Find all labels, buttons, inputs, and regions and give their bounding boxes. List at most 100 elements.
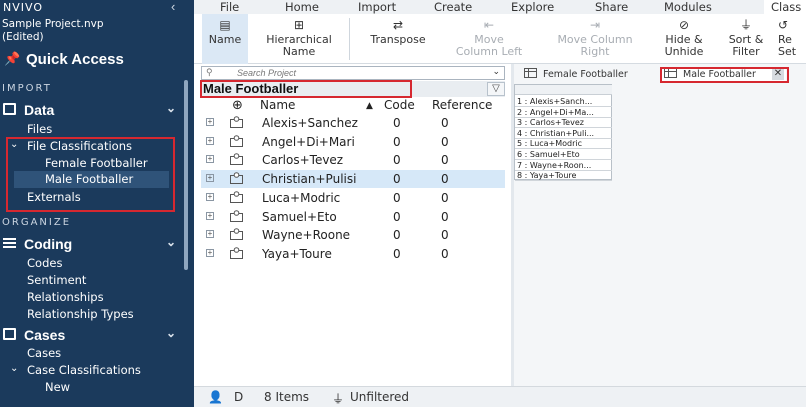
data-group-header[interactable]: Data ⌄ — [0, 101, 185, 121]
table-row[interactable]: + Wayne+Roone 0 0 — [201, 226, 505, 244]
navigation-sidebar: NVIVO ‹ Sample Project.nvp (Edited) 📌 Qu… — [0, 0, 194, 407]
grid-row[interactable]: 5 : Luca+Modric — [515, 138, 612, 150]
hierarchical-name-button[interactable]: ⊞ Hierarchical Name — [256, 14, 342, 64]
quick-access-header[interactable]: 📌 Quick Access — [0, 49, 194, 71]
column-header-code[interactable]: Code — [384, 98, 415, 114]
sidebar-scrollbar[interactable] — [184, 80, 188, 270]
expand-icon[interactable]: + — [206, 211, 214, 220]
case-name: Samuel+Eto — [262, 209, 337, 224]
tab-create[interactable]: Create — [434, 0, 472, 14]
table-row[interactable]: + Luca+Modric 0 0 — [201, 189, 505, 207]
case-name: Yaya+Toure — [262, 246, 332, 261]
case-icon — [229, 209, 244, 223]
hide-unhide-button[interactable]: ⊘ Hide & Unhide — [655, 14, 713, 64]
chevron-down-icon[interactable]: ⌄ — [492, 66, 500, 77]
coding-group-header[interactable]: Coding ⌄ — [0, 235, 185, 255]
name-button[interactable]: ▤ Name — [202, 14, 248, 64]
sidebar-item-cases[interactable]: Cases — [27, 346, 61, 360]
project-title: Sample Project.nvp (Edited) — [2, 18, 104, 44]
sidebar-item-codes[interactable]: Codes — [27, 256, 62, 270]
grid-row[interactable]: 2 : Angel+Di+Ma... — [515, 107, 612, 118]
expand-icon[interactable]: + — [206, 136, 214, 145]
code-count: 0 — [393, 190, 401, 205]
table-row[interactable]: + Samuel+Eto 0 0 — [201, 208, 505, 226]
reference-count: 0 — [441, 116, 449, 130]
reference-count: 0 — [441, 228, 449, 243]
status-user: D — [234, 390, 244, 404]
reset-icon: ↺ — [778, 18, 789, 32]
table-row[interactable]: + Alexis+Sanchez 0 0 — [201, 114, 505, 132]
tab-modules[interactable]: Modules — [664, 0, 712, 14]
grid-row[interactable]: 6 : Samuel+Eto — [515, 149, 612, 160]
table-row[interactable]: + Christian+Pulisi 0 0 — [201, 170, 505, 189]
expand-icon[interactable]: + — [206, 155, 214, 164]
case-icon — [229, 247, 244, 260]
highlight-box — [200, 80, 412, 98]
table-row[interactable]: + Angel+Di+Mari 0 0 — [201, 133, 505, 151]
hierarchical-label-2: Name — [282, 45, 316, 58]
collapse-sidebar-icon[interactable]: ‹ — [171, 0, 175, 14]
grid-row[interactable]: 4 : Christian+Puli... — [515, 128, 612, 139]
cases-icon — [3, 328, 16, 340]
sidebar-item-relationship-types[interactable]: Relationship Types — [27, 307, 134, 321]
expand-icon[interactable]: + — [206, 118, 214, 126]
grid-row[interactable]: 7 : Wayne+Roon... — [515, 160, 612, 171]
grid-row[interactable]: 3 : Carlos+Tevez — [515, 117, 612, 129]
detail-tab-female-footballer[interactable]: Female Footballer — [524, 68, 654, 82]
expand-icon[interactable]: + — [206, 248, 214, 257]
tab-classification[interactable]: Class — [764, 0, 806, 14]
project-name: Sample Project.nvp — [2, 18, 104, 30]
expand-icon[interactable]: + — [206, 192, 214, 201]
case-icon — [229, 228, 244, 241]
sort-filter-button[interactable]: ⏚ Sort & Filter — [718, 14, 774, 64]
reset-settings-button[interactable]: ↺ Re Set — [778, 14, 806, 64]
transpose-icon: ⇄ — [392, 18, 404, 32]
column-header-name[interactable]: Name — [260, 98, 295, 114]
filter-icon[interactable]: ▽ — [487, 82, 505, 96]
pin-icon: 📌 — [4, 51, 21, 66]
transpose-button[interactable]: ⇄ Transpose — [357, 14, 439, 64]
sidebar-item-new[interactable]: New — [45, 380, 70, 394]
ribbon-divider — [349, 18, 350, 60]
tab-home[interactable]: Home — [285, 0, 319, 14]
sort-label-2: Filter — [732, 45, 760, 58]
highlight-box — [660, 67, 789, 83]
sidebar-item-case-classifications[interactable]: Case Classifications — [27, 363, 141, 377]
sidebar-item-relationships[interactable]: Relationships — [27, 290, 104, 304]
project-state: (Edited) — [2, 31, 44, 43]
tab-file[interactable]: File — [220, 0, 239, 14]
grid-row[interactable]: 1 : Alexis+Sanch... — [515, 96, 612, 107]
search-box[interactable]: ⚲ Search Project ⌄ — [201, 66, 505, 80]
case-icon — [229, 153, 244, 166]
chevron-down-icon[interactable]: ⌄ — [10, 363, 18, 374]
code-count: 0 — [393, 153, 401, 168]
hide-label-2: Unhide — [664, 45, 704, 58]
tab-import[interactable]: Import — [358, 0, 396, 14]
sidebar-item-files[interactable]: Files — [27, 122, 52, 136]
chevron-down-icon[interactable]: ⌄ — [166, 326, 176, 340]
tab-share[interactable]: Share — [595, 0, 628, 14]
cases-group-header[interactable]: Cases ⌄ — [0, 326, 185, 346]
grid-row[interactable]: 8 : Yaya+Toure — [515, 170, 612, 182]
funnel-icon: ⏚ — [739, 18, 752, 32]
nvivo-window: NVIVO ‹ Sample Project.nvp (Edited) 📌 Qu… — [0, 0, 806, 407]
chevron-down-icon[interactable]: ⌄ — [166, 101, 176, 115]
add-column-icon[interactable]: ⊕ — [232, 98, 243, 114]
search-placeholder: Search Project — [237, 68, 297, 78]
table-row[interactable]: + Carlos+Tevez 0 0 — [201, 151, 505, 169]
expand-icon[interactable]: + — [206, 230, 214, 239]
list-view: ⚲ Search Project ⌄ Male Footballer ▽ ⊕ N… — [194, 64, 511, 386]
tab-explore[interactable]: Explore — [511, 0, 554, 14]
move-column-right-button[interactable]: ⇥ Move Column Right — [540, 14, 650, 64]
name-button-label: Name — [208, 33, 242, 46]
column-header-reference[interactable]: Reference — [432, 98, 492, 114]
move-column-left-button[interactable]: ⇤ Move Column Left — [444, 14, 534, 64]
sidebar-item-sentiment[interactable]: Sentiment — [27, 273, 86, 287]
ribbon-toolbar: ▤ Name ⊞ Hierarchical Name ⇄ Transpose ⇤… — [194, 14, 806, 64]
expand-icon[interactable]: + — [206, 174, 214, 183]
code-count: 0 — [393, 228, 401, 243]
chevron-down-icon[interactable]: ⌄ — [166, 235, 176, 249]
table-row[interactable]: + Yaya+Toure 0 0 — [201, 245, 505, 263]
user-icon: 👤 — [208, 390, 223, 404]
case-name: Angel+Di+Mari — [262, 134, 355, 149]
